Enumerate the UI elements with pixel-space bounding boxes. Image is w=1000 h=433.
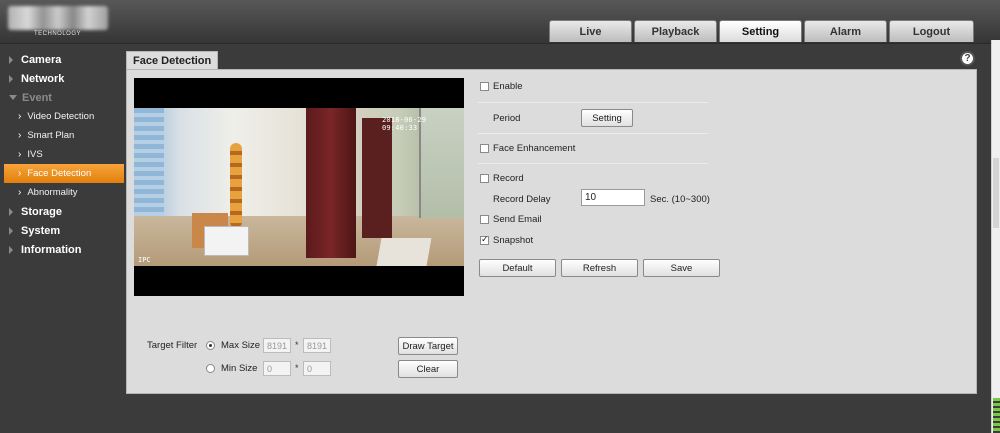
chevron-right-icon: › (18, 130, 22, 141)
divider (478, 133, 708, 134)
sidebar-subitem-video-detection[interactable]: › Video Detection (0, 107, 126, 126)
tab-setting[interactable]: Setting (719, 20, 802, 42)
send-email-checkbox[interactable] (480, 215, 489, 224)
caret-down-icon (9, 95, 17, 100)
record-delay-label: Record Delay (493, 194, 551, 205)
max-size-label: Max Size (221, 340, 261, 351)
main-nav: Live Playback Setting Alarm Logout (549, 20, 976, 42)
sidebar: Camera Network Event › Video Detection ›… (0, 50, 126, 259)
sidebar-item-label: System (21, 224, 61, 237)
giraffe-decoration (230, 143, 242, 228)
caret-right-icon (9, 207, 13, 216)
sidebar-item-event[interactable]: Event (0, 88, 126, 107)
size-separator: * (295, 363, 299, 373)
sidebar-item-camera[interactable]: Camera (0, 50, 126, 69)
window-scrollbar[interactable] (991, 40, 1000, 433)
page-title: Face Detection (126, 51, 219, 70)
period-label: Period (493, 113, 521, 124)
min-size-label: Min Size (221, 363, 258, 374)
clear-button[interactable]: Clear (398, 360, 458, 378)
record-checkbox[interactable] (480, 174, 489, 183)
divider (478, 163, 708, 164)
top-header: TECHNOLOGY Live Playback Setting Alarm L… (0, 0, 1000, 44)
door-frame (362, 118, 392, 238)
tab-playback[interactable]: Playback (634, 20, 717, 42)
door (306, 108, 356, 258)
sidebar-subitem-ivs[interactable]: › IVS (0, 145, 126, 164)
caret-right-icon (9, 245, 13, 254)
min-height-input[interactable]: 0 (303, 361, 331, 376)
scrollbar-thumb[interactable] (993, 158, 999, 228)
snapshot-checkbox[interactable] (480, 234, 489, 245)
snapshot-label: Snapshot (493, 235, 534, 246)
enable-label: Enable (493, 81, 523, 92)
logo-image (8, 6, 108, 30)
window-blind (134, 108, 164, 218)
record-label: Record (493, 173, 524, 184)
save-button[interactable]: Save (643, 259, 720, 277)
refresh-button[interactable]: Refresh (561, 259, 638, 277)
min-size-radio[interactable] (206, 364, 215, 373)
size-separator: * (295, 340, 299, 350)
tab-live[interactable]: Live (549, 20, 632, 42)
period-setting-button[interactable]: Setting (581, 109, 633, 127)
divider (478, 102, 708, 103)
sidebar-subitem-label: Face Detection (27, 168, 92, 179)
caret-right-icon (9, 55, 13, 64)
chevron-right-icon: › (18, 111, 22, 122)
sidebar-item-label: Storage (21, 205, 62, 218)
caret-right-icon (9, 74, 13, 83)
sidebar-item-label: Information (21, 243, 82, 256)
sidebar-subitem-smart-plan[interactable]: › Smart Plan (0, 126, 126, 145)
draw-target-button[interactable]: Draw Target (398, 337, 458, 355)
send-email-label: Send Email (493, 214, 542, 225)
level-meter (993, 398, 1000, 433)
max-height-input[interactable]: 8191 (303, 338, 331, 353)
sidebar-item-storage[interactable]: Storage (0, 202, 126, 221)
sidebar-item-label: Camera (21, 53, 62, 66)
record-delay-input[interactable]: 10 (581, 189, 645, 206)
osd-channel-name: IPC (138, 256, 151, 264)
sidebar-subitem-label: Smart Plan (27, 130, 75, 141)
sidebar-subitem-label: Abnormality (27, 187, 78, 198)
video-preview[interactable]: 2018-06-29 09:40:33 IPC (134, 78, 464, 296)
sidebar-subitem-abnormality[interactable]: › Abnormality (0, 183, 126, 202)
default-button[interactable]: Default (479, 259, 556, 277)
sidebar-item-system[interactable]: System (0, 221, 126, 240)
face-enhancement-label: Face Enhancement (493, 143, 576, 154)
osd-timestamp: 2018-06-29 09:40:33 (382, 116, 427, 132)
chevron-right-icon: › (18, 187, 22, 198)
stool (204, 226, 249, 256)
help-icon[interactable]: ? (960, 51, 975, 66)
sidebar-subitem-face-detection[interactable]: › Face Detection (4, 164, 124, 183)
max-width-input[interactable]: 8191 (263, 338, 291, 353)
face-enhancement-checkbox[interactable] (480, 144, 489, 153)
tab-logout[interactable]: Logout (889, 20, 974, 42)
chevron-right-icon: › (18, 168, 22, 179)
target-filter-label: Target Filter (147, 340, 198, 351)
sidebar-item-label: Event (22, 91, 52, 104)
sidebar-subitem-label: IVS (27, 149, 43, 160)
brand-logo: TECHNOLOGY (8, 6, 110, 38)
floor-boxes (376, 238, 432, 266)
tab-alarm[interactable]: Alarm (804, 20, 887, 42)
sidebar-subitem-label: Video Detection (27, 111, 95, 122)
sidebar-item-label: Network (21, 72, 65, 85)
sidebar-item-network[interactable]: Network (0, 69, 126, 88)
caret-right-icon (9, 226, 13, 235)
max-size-radio[interactable] (206, 341, 215, 350)
record-delay-unit: Sec. (10~300) (650, 194, 710, 205)
enable-checkbox[interactable] (480, 82, 489, 91)
logo-subtext: TECHNOLOGY (34, 31, 82, 37)
sidebar-item-information[interactable]: Information (0, 240, 126, 259)
min-width-input[interactable]: 0 (263, 361, 291, 376)
chevron-right-icon: › (18, 149, 22, 160)
